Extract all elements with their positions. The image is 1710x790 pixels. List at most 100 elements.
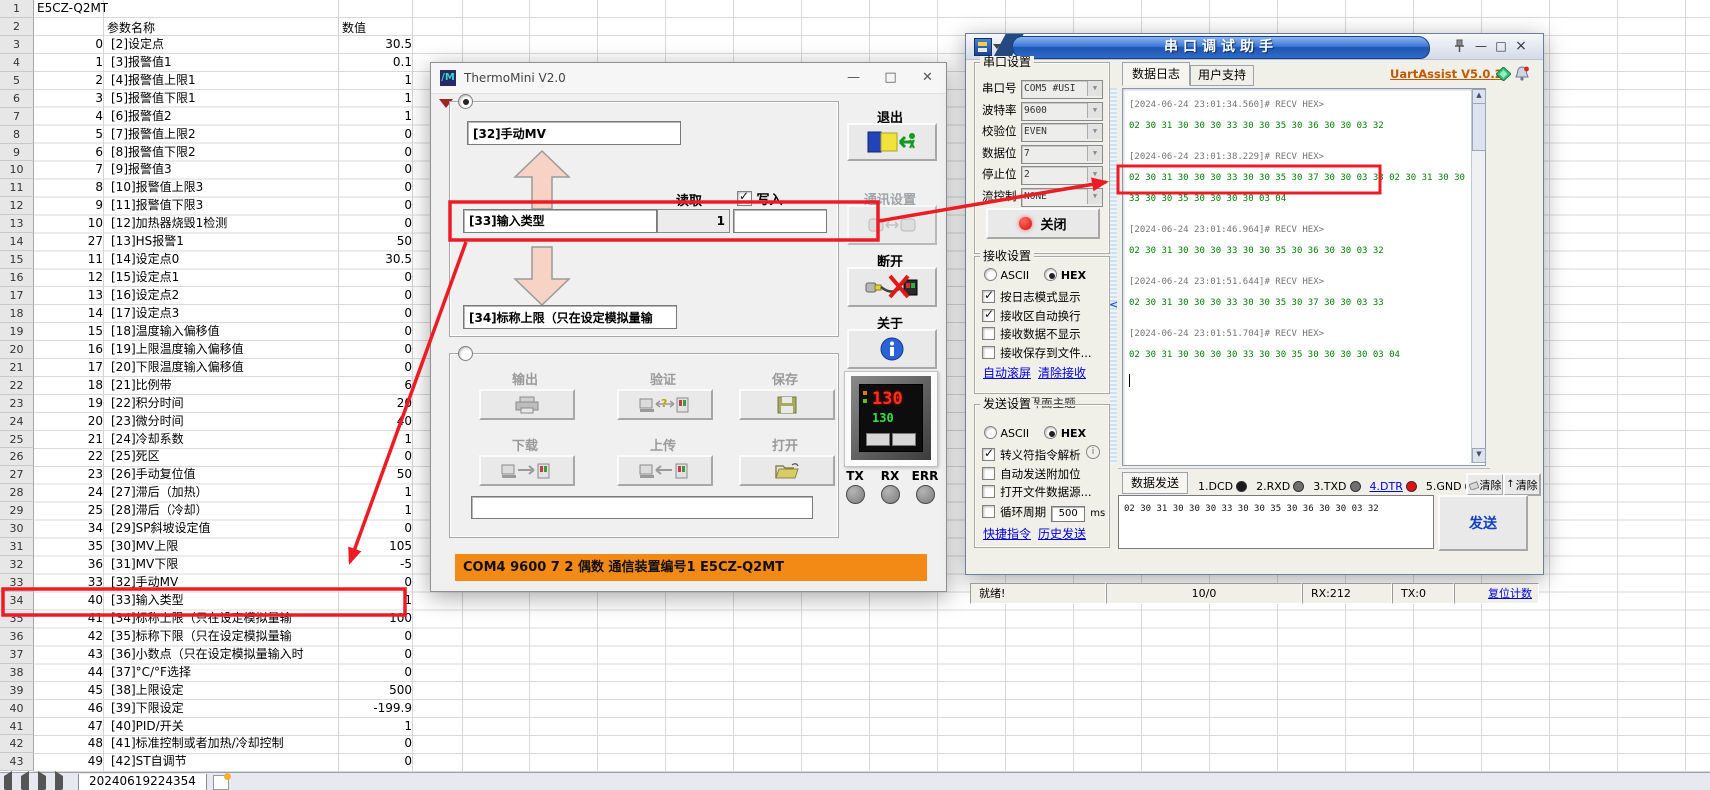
cell-param-name[interactable]: [13]HS报警1: [107, 233, 342, 251]
row-number[interactable]: 42: [0, 735, 34, 753]
cell-value[interactable]: 40: [342, 413, 416, 431]
row-number[interactable]: 2: [0, 18, 34, 36]
send-option-row[interactable]: 自动发送附加位: [982, 463, 1110, 482]
cell-index[interactable]: 41: [34, 610, 107, 628]
field-32-manual-mv[interactable]: [32]手动MV: [467, 121, 681, 145]
table-row[interactable]: 13 10 [12]加热器烧毁1检测 0: [0, 215, 462, 233]
table-row[interactable]: 18 14 [17]设定点3 0: [0, 305, 462, 323]
cell-value[interactable]: 0: [342, 341, 416, 359]
cell-param-name[interactable]: [29]SP斜坡设定值: [107, 520, 342, 538]
table-row[interactable]: 17 13 [16]设定点2 0: [0, 287, 462, 305]
cell-index[interactable]: 0: [34, 36, 107, 54]
signal-item[interactable]: 1.DCD: [1198, 480, 1247, 493]
row-number[interactable]: 17: [0, 287, 34, 305]
recv-option-checkbox[interactable]: [982, 327, 995, 340]
table-row[interactable]: 11 8 [10]报警值上限3 0: [0, 179, 462, 197]
output-button[interactable]: [479, 389, 575, 420]
exit-button[interactable]: [847, 123, 937, 161]
port-setting-dropdown[interactable]: NONE▼: [1021, 188, 1103, 207]
signal-item[interactable]: 4.DTR: [1370, 480, 1417, 493]
collapse-chevron-icon[interactable]: <: [1109, 298, 1118, 311]
cell-param-name[interactable]: [2]设定点: [107, 36, 342, 54]
write-checkbox[interactable]: [737, 191, 752, 206]
insert-sheet-icon[interactable]: [213, 775, 229, 790]
open-button[interactable]: [739, 455, 835, 486]
cell-value[interactable]: 0: [342, 323, 416, 341]
download-button[interactable]: [479, 455, 575, 486]
chevron-down-icon[interactable]: ▼: [1087, 146, 1102, 161]
cell-value[interactable]: 0: [342, 448, 416, 466]
reset-counter-link[interactable]: 复位计数: [1488, 587, 1532, 600]
down-arrow-icon[interactable]: [513, 245, 571, 307]
row-number[interactable]: 34: [0, 592, 34, 610]
cell-value[interactable]: 0: [342, 664, 416, 682]
table-row[interactable]: 29 25 [28]滞后（冷却） 1: [0, 502, 462, 520]
quick-command-link[interactable]: 快捷指令: [983, 525, 1031, 542]
row-number[interactable]: 19: [0, 323, 34, 341]
cell-index[interactable]: 44: [34, 664, 107, 682]
send-option-checkbox[interactable]: [982, 485, 995, 498]
cell-value[interactable]: 50: [342, 466, 416, 484]
table-row[interactable]: 22 18 [21]比例带 6: [0, 377, 462, 395]
recv-option-checkbox[interactable]: [982, 290, 995, 303]
table-row[interactable]: 21 17 [20]下限温度输入偏移值 0: [0, 359, 462, 377]
row-number[interactable]: 9: [0, 144, 34, 162]
recv-hex-radio[interactable]: [1044, 268, 1057, 281]
row-number[interactable]: 35: [0, 610, 34, 628]
cell-value[interactable]: 0: [342, 628, 416, 646]
port-setting-dropdown[interactable]: 9600▼: [1021, 102, 1103, 121]
row-number[interactable]: 31: [0, 538, 34, 556]
table-row[interactable]: 28 24 [27]滞后（加热） 1: [0, 484, 462, 502]
close-port-button[interactable]: 关闭: [986, 208, 1100, 239]
cell-param-name[interactable]: [15]设定点1: [107, 269, 342, 287]
cell-param-name[interactable]: [37]°C/°F选择: [107, 664, 342, 682]
chevron-down-icon[interactable]: ▼: [1087, 81, 1102, 96]
row-number[interactable]: 41: [0, 718, 34, 736]
cell-value[interactable]: 0: [342, 305, 416, 323]
cell-index[interactable]: 27: [34, 233, 107, 251]
cell-param-name[interactable]: [40]PID/开关: [107, 718, 342, 736]
cell-value[interactable]: 1: [342, 90, 416, 108]
table-row[interactable]: 20 16 [19]上限温度输入偏移值 0: [0, 341, 462, 359]
minimize-button[interactable]: —: [835, 63, 872, 93]
send-ascii-radio[interactable]: [984, 426, 997, 439]
table-row[interactable]: 24 20 [23]微分时间 40: [0, 413, 462, 431]
file-path-input[interactable]: [471, 496, 813, 519]
cell-value[interactable]: 0: [342, 287, 416, 305]
row-number[interactable]: 11: [0, 179, 34, 197]
cell-index[interactable]: 6: [34, 144, 107, 162]
bell-icon[interactable]: [1515, 66, 1529, 81]
cell-index[interactable]: 9: [34, 197, 107, 215]
recv-ascii-radio[interactable]: [984, 268, 997, 281]
row-number[interactable]: 30: [0, 520, 34, 538]
table-row[interactable]: 42 48 [41]标准控制或者加热/冷却控制 0: [0, 735, 462, 753]
field-34-scale-upper[interactable]: [34]标称上限（只在设定模拟量输: [463, 305, 677, 329]
cell-param-name[interactable]: [7]报警值上限2: [107, 126, 342, 144]
cell-value[interactable]: 0: [342, 359, 416, 377]
cell-param-name[interactable]: [6]报警值2: [107, 108, 342, 126]
cell-param-name[interactable]: [14]设定点0: [107, 251, 342, 269]
table-row[interactable]: 2: [0, 18, 462, 36]
row-number[interactable]: 26: [0, 448, 34, 466]
cell-param-name[interactable]: [33]输入类型: [107, 592, 342, 610]
disconnect-button[interactable]: [847, 267, 937, 307]
cell-index[interactable]: 13: [34, 287, 107, 305]
recv-option-checkbox[interactable]: [982, 309, 995, 322]
row-number[interactable]: 15: [0, 251, 34, 269]
cell-param-name[interactable]: [11]报警值下限3: [107, 197, 342, 215]
row-number[interactable]: 23: [0, 395, 34, 413]
send-option-checkbox[interactable]: [982, 467, 995, 480]
send-button[interactable]: 发送: [1438, 495, 1528, 551]
row-number[interactable]: 5: [0, 72, 34, 90]
cell-param-name[interactable]: [20]下限温度输入偏移值: [107, 359, 342, 377]
table-row[interactable]: 25 21 [24]冷却系数 1: [0, 431, 462, 449]
row-number[interactable]: 32: [0, 556, 34, 574]
log-scrollbar[interactable]: ▲ ▼: [1471, 89, 1485, 463]
cell-index[interactable]: 19: [34, 395, 107, 413]
cell-value[interactable]: 1: [342, 718, 416, 736]
row-number[interactable]: 33: [0, 574, 34, 592]
cell-value[interactable]: 0: [342, 215, 416, 233]
table-row[interactable]: 31 35 [30]MV上限 105: [0, 538, 462, 556]
tab-user-support[interactable]: 用户支持: [1190, 65, 1254, 86]
clear-send-button[interactable]: 清除: [1466, 473, 1504, 496]
